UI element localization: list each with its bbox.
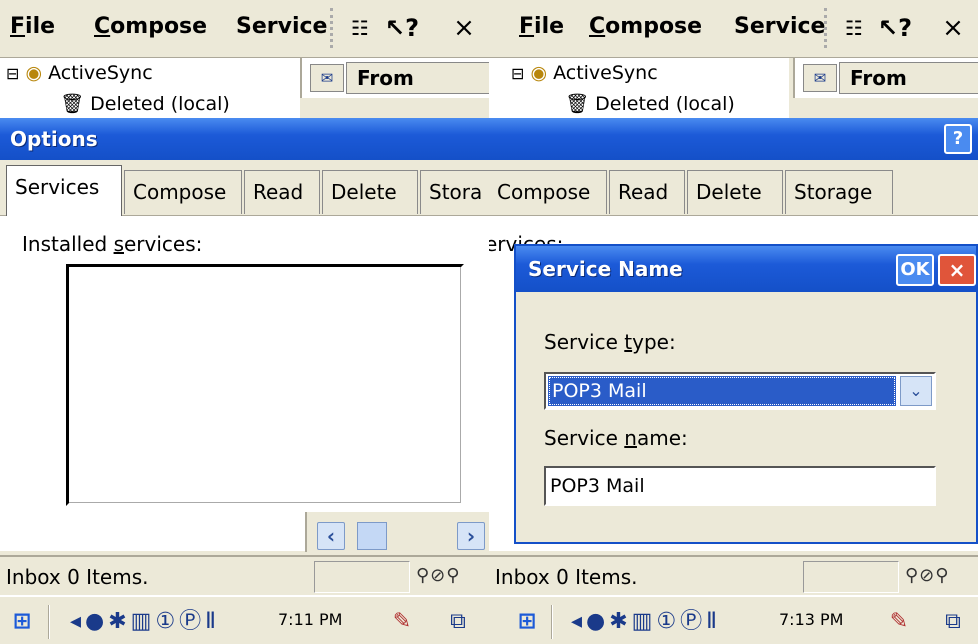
envelope-icon[interactable]: ✉ [310,64,344,92]
tree-item-deleted[interactable]: 🗑 Deleted (local) [60,92,230,114]
ok-button[interactable]: OK [896,254,934,286]
trash-folder-icon: 🗑 [60,93,85,114]
tab-read[interactable]: Read [244,170,320,214]
message-list-header: ✉ From [300,58,489,98]
help-pointer-icon[interactable]: ↖? [877,8,913,48]
start-icon[interactable]: ⊞ [511,605,543,639]
tree-item-deleted[interactable]: 🗑 Deleted (local) [565,92,735,114]
options-title: Options [0,118,489,160]
installed-services-label: Installed services: [22,232,203,256]
menu-services[interactable]: Service [236,14,327,39]
tab-read[interactable]: Read [609,170,685,214]
service-name-label: Service name: [544,426,688,450]
tab-delete[interactable]: Delete [322,170,418,214]
start-icon[interactable]: ⊞ [6,605,38,639]
tree-item-activesync[interactable]: ⊟ ◉ ActiveSync [511,62,658,84]
menu-services[interactable]: Service [734,14,825,39]
taskbar-separator [48,605,50,639]
scroll-right-icon[interactable]: › [457,522,485,550]
service-name-dialog: Service Name OK × Service type: POP3 Mai… [514,244,978,544]
close-button[interactable]: × [446,8,482,48]
status-text: Inbox 0 Items. [495,565,638,589]
windows-switch-icon[interactable]: ⧉ [935,605,971,639]
help-button[interactable]: ? [944,124,972,154]
service-type-value: POP3 Mail [548,376,896,406]
envelope-icon[interactable]: ✉ [803,64,837,92]
menu-compose[interactable]: Compose [589,14,702,39]
tab-compose[interactable]: Compose [124,170,242,214]
tab-storage[interactable]: Storage [785,170,893,214]
taskbar: ⊞ ◂●✱▥①ⓅⅡ 7:13 PM ✎ ⧉ [489,595,978,644]
chevron-down-icon[interactable]: ⌄ [900,376,932,406]
installed-services-list[interactable] [66,264,464,506]
tree-item-activesync[interactable]: ⊟ ◉ ActiveSync [6,62,153,84]
toolbar-grip [824,8,832,48]
scroll-left-icon[interactable]: ‹ [317,522,345,550]
options-title [489,118,978,160]
menu-bar: File Compose Service ☷ ↖? × [489,0,978,58]
status-pane [314,561,410,593]
column-from[interactable]: From [839,62,978,94]
dialog-close-button[interactable]: × [938,254,976,286]
menu-file[interactable]: File [10,14,55,39]
toolbar-grip [330,8,338,48]
tab-storage[interactable]: Stora [420,170,489,214]
tab-compose[interactable]: Compose [489,170,607,214]
menu-compose[interactable]: Compose [94,14,207,39]
folder-tree: ⊟ ◉ ActiveSync 🗑 Deleted (local) [0,58,300,118]
service-type-label: Service type: [544,330,676,354]
taskbar: ⊞ ◂●✱▥①ⓅⅡ 7:11 PM ✎ ⧉ [0,595,489,644]
services-panel: Installed services: [0,216,489,551]
column-from[interactable]: From [346,62,489,94]
input-panel-icon[interactable]: ☷ [342,8,378,48]
tray-icons[interactable]: ◂●✱▥①ⓅⅡ [571,605,761,639]
windows-switch-icon[interactable]: ⧉ [440,605,476,639]
tab-delete[interactable]: Delete [687,170,783,214]
clock[interactable]: 7:13 PM [779,610,843,629]
options-tabs: Compose Read Delete Storage [489,160,978,216]
status-text: Inbox 0 Items. [6,565,149,589]
message-list-header: ✉ From [793,58,978,98]
status-bar: Inbox 0 Items. ⚲⊘⚲ [0,555,489,595]
activesync-icon: ◉ [25,62,43,84]
service-name-input[interactable]: POP3 Mail [544,466,936,506]
folder-tree: ⊟ ◉ ActiveSync 🗑 Deleted (local) [489,58,789,118]
connection-status-icon[interactable]: ⚲⊘⚲ [905,561,975,593]
menu-file[interactable]: File [519,14,564,39]
status-pane [803,561,899,593]
options-tabs: Services Compose Read Delete Stora [0,160,489,217]
options-screen-left: File Compose Service ☷ ↖? × ⊟ ◉ ActiveSy… [0,0,489,644]
clock[interactable]: 7:11 PM [278,610,342,629]
status-bar: Inbox 0 Items. ⚲⊘⚲ [489,555,978,595]
horizontal-scrollbar[interactable]: ‹ › [305,512,489,552]
close-button[interactable]: × [935,8,971,48]
keyboard-icon[interactable]: ✎ [881,605,917,639]
trash-folder-icon: 🗑 [565,93,590,114]
collapse-icon[interactable]: ⊟ [6,64,19,83]
keyboard-icon[interactable]: ✎ [384,605,420,639]
taskbar-separator [551,605,553,639]
tab-services[interactable]: Services [6,165,122,217]
service-type-select[interactable]: POP3 Mail ⌄ [544,372,936,410]
activesync-icon: ◉ [530,62,548,84]
input-panel-icon[interactable]: ☷ [836,8,872,48]
collapse-icon[interactable]: ⊟ [511,64,524,83]
menu-bar: File Compose Service ☷ ↖? × [0,0,489,58]
help-pointer-icon[interactable]: ↖? [384,8,420,48]
tray-icons[interactable]: ◂●✱▥①ⓅⅡ [70,605,260,639]
scroll-thumb[interactable] [357,522,387,550]
connection-status-icon[interactable]: ⚲⊘⚲ [416,561,486,593]
